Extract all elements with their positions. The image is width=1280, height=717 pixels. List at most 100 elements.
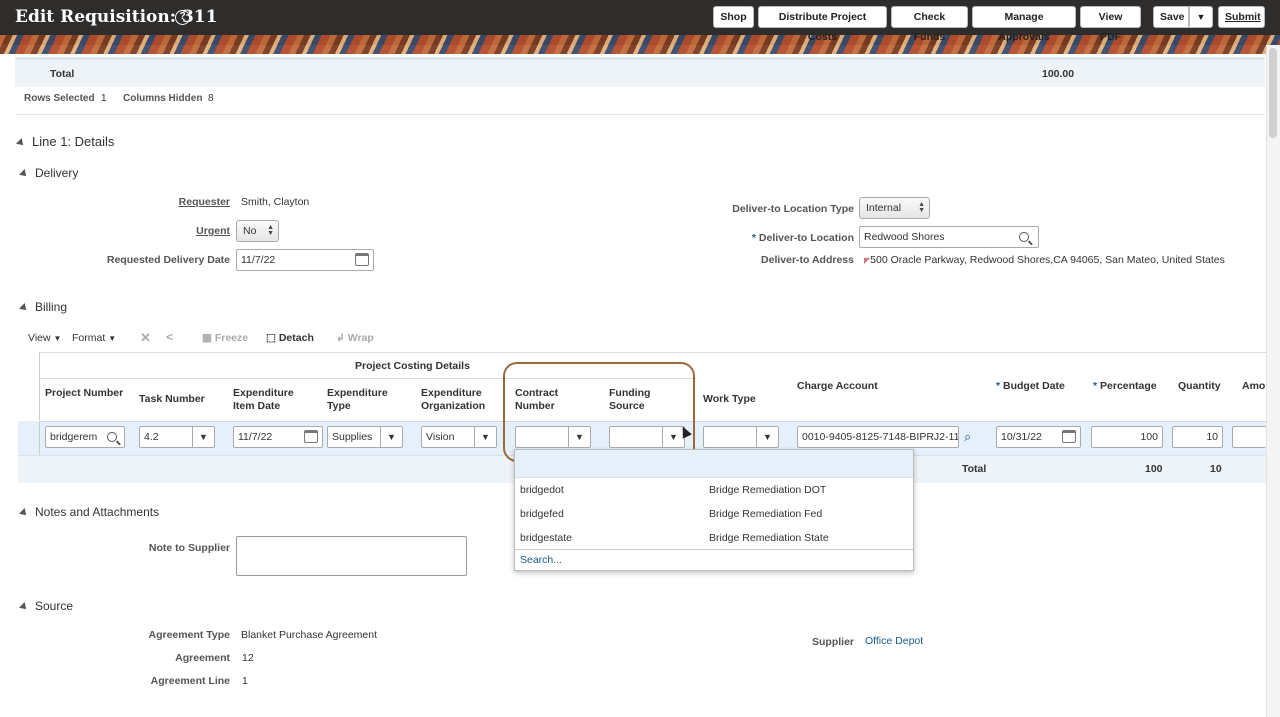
option-name: Bridge Remediation State <box>709 532 829 544</box>
search-icon[interactable] <box>1019 232 1029 242</box>
line-details-title: Line 1: Details <box>32 134 115 149</box>
dropdown-chevron-icon[interactable]: ▼ <box>380 427 402 447</box>
col-budget-date[interactable]: * Budget Date <box>996 380 1065 393</box>
detach-icon: ⬚ <box>266 332 279 344</box>
col-percentage[interactable]: * Percentage <box>1093 380 1157 393</box>
dropdown-chevron-icon[interactable]: ▼ <box>756 427 778 447</box>
distribute-project-costs-button[interactable]: Distribute Project Costs <box>758 6 887 43</box>
delivery-section-header[interactable]: Delivery <box>19 166 78 180</box>
rows-selected-value: 1 <box>101 93 107 104</box>
dropdown-chevron-icon[interactable]: ▼ <box>192 427 214 447</box>
billing-section-header[interactable]: Billing <box>19 300 67 314</box>
calendar-icon[interactable] <box>304 430 318 443</box>
shop-button[interactable]: Shop <box>713 6 754 28</box>
submit-button[interactable]: Submit <box>1218 6 1265 28</box>
requested-delivery-date-value: 11/7/22 <box>241 254 276 266</box>
account-search-icon[interactable]: ⌕ <box>964 429 971 445</box>
amount-input[interactable] <box>1232 426 1266 448</box>
urgent-label: Urgent <box>196 225 230 237</box>
percentage-input[interactable]: 100 <box>1091 426 1163 448</box>
scrollbar-thumb[interactable] <box>1269 48 1277 138</box>
collapse-icon[interactable] <box>19 302 29 313</box>
format-menu[interactable]: Format ▼ <box>72 332 116 344</box>
calendar-icon[interactable] <box>1062 430 1076 443</box>
urgent-value: No <box>243 225 257 237</box>
supplier-link[interactable]: Office Depot <box>865 635 923 647</box>
option-code: bridgedot <box>520 484 564 496</box>
charge-account-input[interactable]: 0010-9405-8125-7148-BIPRJ2-11 <box>797 426 959 448</box>
option-code: bridgefed <box>520 508 564 520</box>
col-expenditure-organization[interactable]: Expenditure Organization <box>421 387 501 413</box>
expenditure-item-date-input[interactable]: 11/7/22 <box>233 426 323 448</box>
col-quantity[interactable]: Quantity <box>1178 380 1221 393</box>
columns-hidden-value: 8 <box>208 93 214 104</box>
funding-source-dropdown[interactable]: bridgedot Bridge Remediation DOT bridgef… <box>514 449 914 571</box>
location-type-select[interactable]: Internal ▲ ▼ <box>859 197 930 219</box>
lines-total-value: 100.00 <box>1042 68 1075 80</box>
expenditure-type-select[interactable]: Supplies ▼ <box>327 426 403 448</box>
updown-icon: ▲ ▼ <box>267 224 274 237</box>
save-menu-chevron-icon[interactable]: ▼ <box>1189 6 1213 28</box>
rows-selected-label: Rows Selected <box>24 93 95 104</box>
col-task-number[interactable]: Task Number <box>139 393 205 406</box>
search-icon[interactable] <box>107 432 117 442</box>
deliver-to-address-value: ◤500 Oracle Parkway, Redwood Shores,CA 9… <box>864 254 1225 266</box>
check-funds-button[interactable]: Check Funds <box>891 6 968 43</box>
notes-section-header[interactable]: Notes and Attachments <box>19 505 159 519</box>
columns-hidden-label: Columns Hidden <box>123 93 203 104</box>
vertical-scrollbar[interactable] <box>1266 45 1280 717</box>
billing-total-quantity: 10 <box>1210 463 1222 475</box>
col-project-number[interactable]: Project Number <box>45 387 125 400</box>
deliver-to-location-text: Deliver-to Location <box>758 232 854 244</box>
manage-approvals-button[interactable]: Manage Approvals <box>972 6 1076 43</box>
dropdown-option[interactable]: bridgedot Bridge Remediation DOT <box>515 478 913 502</box>
deliver-to-address-label: Deliver-to Address <box>761 254 854 266</box>
wrap-button[interactable]: ↲ Wrap <box>336 332 374 344</box>
line-details-header[interactable]: Line 1: Details <box>16 134 115 149</box>
help-icon[interactable]: ? <box>175 10 190 25</box>
dropdown-search-link[interactable]: Search... <box>515 549 913 570</box>
save-button[interactable]: Save <box>1153 6 1189 28</box>
view-pdf-button[interactable]: View PDF <box>1080 6 1141 43</box>
collapse-icon[interactable] <box>19 168 29 179</box>
note-to-supplier-label: Note to Supplier <box>148 542 230 554</box>
collapse-icon[interactable] <box>19 601 29 612</box>
deliver-to-address-text: 500 Oracle Parkway, Redwood Shores,CA 94… <box>870 254 1225 266</box>
dropdown-chevron-icon[interactable]: ▼ <box>474 427 496 447</box>
detach-label: Detach <box>278 332 314 344</box>
dropdown-blank-option[interactable] <box>515 450 913 478</box>
work-type-select[interactable]: ▼ <box>703 426 779 448</box>
source-section-header[interactable]: Source <box>19 599 73 613</box>
urgent-select[interactable]: No ▲ ▼ <box>236 220 279 242</box>
project-number-input[interactable]: bridgerem <box>45 426 125 448</box>
quantity-input[interactable]: 10 <box>1172 426 1223 448</box>
dropdown-option[interactable]: bridgestate Bridge Remediation State <box>515 526 913 550</box>
col-work-type[interactable]: Work Type <box>703 393 756 406</box>
expenditure-organization-select[interactable]: Vision City ▼ <box>421 426 497 448</box>
col-expenditure-item-date[interactable]: Expenditure Item Date <box>233 387 313 413</box>
col-amount[interactable]: Amo <box>1242 380 1265 393</box>
calendar-icon[interactable] <box>355 253 369 266</box>
agreement-type-value: Blanket Purchase Agreement <box>241 629 377 641</box>
note-to-supplier-textarea[interactable] <box>236 536 467 576</box>
highlight-annotation <box>503 362 695 462</box>
split-icon[interactable]: < <box>166 330 173 344</box>
view-menu[interactable]: View ▼ <box>28 332 61 344</box>
freeze-button[interactable]: ▦ Freeze <box>202 332 248 344</box>
col-charge-account[interactable]: Charge Account <box>797 380 878 393</box>
budget-date-value: 10/31/22 <box>1001 431 1042 443</box>
budget-date-input[interactable]: 10/31/22 <box>996 426 1081 448</box>
dropdown-option[interactable]: bridgefed Bridge Remediation Fed <box>515 502 913 526</box>
task-number-select[interactable]: 4.2 ▼ <box>139 426 215 448</box>
collapse-icon[interactable] <box>16 137 26 148</box>
requested-delivery-date-input[interactable]: 11/7/22 <box>236 249 374 271</box>
option-code: bridgestate <box>520 532 572 544</box>
required-asterisk: * <box>996 380 1004 392</box>
collapse-icon[interactable] <box>19 507 29 518</box>
required-asterisk: * <box>751 232 759 244</box>
deliver-to-location-input[interactable]: Redwood Shores <box>859 226 1039 248</box>
delete-icon[interactable]: ✕ <box>140 330 151 346</box>
detach-button[interactable]: ⬚ Detach <box>266 332 314 344</box>
col-expenditure-type[interactable]: Expenditure Type <box>327 387 407 413</box>
requested-delivery-date-label: Requested Delivery Date <box>106 254 230 266</box>
